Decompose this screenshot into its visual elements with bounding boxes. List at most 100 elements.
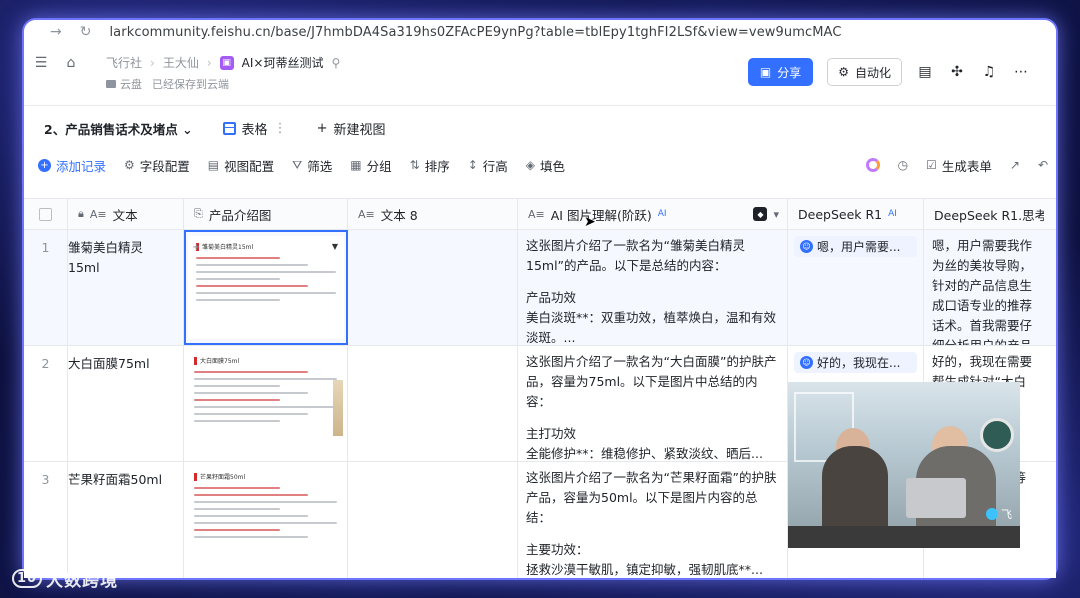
breadcrumb-item[interactable]: 飞行社 (106, 54, 142, 71)
cell-deepseek-think[interactable]: 嗯，用户需要我作为丝的美妆导购，针对的产品信息生成口语专业的推荐话术。首我需要仔… (924, 230, 1044, 345)
feishu-logo-icon (986, 508, 998, 520)
wall-clock (980, 418, 1014, 452)
cell-ai-image[interactable]: 这张图片介绍了一款名为“芒果籽面霜”的护肤产品，容量为50ml。以下是图片内容的… (518, 462, 788, 578)
plugin-icon[interactable]: ✣ (948, 64, 966, 80)
text-field-icon: A≡ (358, 207, 375, 221)
url-text[interactable]: larkcommunity.feishu.cn/base/J7hmbDA4Sa3… (109, 25, 841, 40)
view-bar: 2、产品销售话术及堵点 ⌄ 表格 ⋮ + 新建视图 (24, 106, 1056, 150)
location-label[interactable]: 云盘 (106, 76, 142, 92)
lock-icon: 🔒︎ (78, 207, 84, 220)
column-header-deepseek[interactable]: DeepSeek R1 AI (788, 199, 924, 229)
save-status: 已经保存到云端 (152, 78, 229, 91)
row-height-icon: ↕ (467, 158, 478, 172)
share-icon: ▣ (759, 65, 772, 79)
undo-button[interactable]: ↶ (1038, 158, 1048, 172)
text-field-icon: A≡ (528, 207, 545, 221)
doc-title[interactable]: AI×珂蒂丝测试 (242, 54, 324, 71)
url-bar: → ↻ larkcommunity.feishu.cn/base/J7hmbDA… (24, 20, 1056, 44)
row-number: 1 (24, 230, 68, 345)
column-header-text[interactable]: 🔒︎ A≡ 文本 (68, 199, 184, 229)
row-height-button[interactable]: ↕ 行高 (468, 156, 508, 175)
chevron-down-icon: ▾ (773, 207, 779, 221)
ai-smile-icon: ☺ (800, 240, 813, 253)
chevron-down-icon: ⌄ (182, 121, 193, 137)
tab-grid-view[interactable]: 表格 ⋮ (222, 119, 287, 138)
cell-product-image[interactable]: 芒果籽面霜50ml (184, 462, 348, 578)
ai-badge: AI (888, 209, 897, 219)
cell-text8[interactable] (348, 230, 518, 345)
filter-button[interactable]: ⛛ 筛选 (292, 156, 332, 175)
ai-badge: AI (657, 209, 667, 219)
cell-text8[interactable] (348, 346, 518, 461)
column-header-product-image[interactable]: ⎘ 产品介绍图 (184, 199, 348, 229)
generate-form-button[interactable]: ☑ 生成表单 (926, 156, 992, 175)
sort-icon: ⇅ (409, 158, 420, 172)
clock-icon: ◷ (897, 158, 909, 172)
robot-icon: ⚙ (838, 65, 849, 79)
product-image-thumbnail[interactable]: 大白面膜75ml (186, 350, 345, 457)
cell-name[interactable]: 雏菊美白精灵15ml (68, 230, 184, 345)
chevron-right-icon: › (150, 55, 155, 70)
folder-icon (106, 80, 116, 88)
plus-icon: + (316, 120, 328, 136)
cell-ai-image[interactable]: 这张图片介绍了一款名为“大白面膜”的护肤产品，容量为75ml。以下是图片中总结的… (518, 346, 788, 461)
forward-icon[interactable]: → (50, 24, 62, 40)
breadcrumb: 飞行社 › 王大仙 › ▣ AI×珂蒂丝测试 ⚲ 云盘 已经保存到云端 (106, 54, 340, 92)
history-button[interactable]: ◷ (898, 158, 908, 172)
table-selector[interactable]: 2、产品销售话术及堵点 ⌄ (44, 119, 193, 138)
fill-color-button[interactable]: ◈ 填色 (526, 156, 565, 175)
column-header-ai-image[interactable]: A≡ AI 图片理解(阶跃) AI ◆ ▾ (518, 199, 788, 229)
product-image-thumbnail[interactable]: 雏菊美白精灵15ml + ▼ (188, 236, 344, 339)
more-vertical-icon[interactable]: ⋮ (274, 121, 287, 136)
video-overlay: 飞 (788, 382, 1020, 548)
group-button[interactable]: ▦ 分组 (350, 156, 391, 175)
ai-assistant-icon[interactable] (865, 158, 880, 172)
cell-ai-image[interactable]: 这张图片介绍了一款名为“雏菊美白精灵15ml”的产品。以下是总结的内容： 产品功… (518, 230, 788, 345)
base-app-icon: ▣ (219, 55, 234, 70)
laptop (906, 478, 966, 518)
group-icon: ▦ (350, 158, 362, 172)
breadcrumb-item[interactable]: 王大仙 (163, 54, 199, 71)
cell-text8[interactable] (348, 462, 518, 578)
column-header-text8[interactable]: A≡ 文本 8 (348, 199, 518, 229)
cell-product-image[interactable]: 雏菊美白精灵15ml + ▼ (184, 230, 348, 345)
undo-icon: ↶ (1037, 158, 1048, 172)
caret-down-icon: ▼ (331, 242, 338, 251)
automation-button[interactable]: ⚙ 自动化 (827, 58, 902, 86)
cell-name[interactable]: 大白面膜75ml (68, 346, 184, 461)
view-config-icon: ▤ (207, 158, 220, 172)
share-button[interactable]: ▣ 分享 (747, 58, 814, 86)
product-photo (333, 380, 343, 436)
cell-name[interactable]: 芒果籽面霜50ml (68, 462, 184, 578)
table-row[interactable]: 1 雏菊美白精灵15ml 雏菊美白精灵15ml + ▼ 这张图片介绍了一款名为“… (24, 230, 1056, 346)
column-header-deepseek-think[interactable]: DeepSeek R1.思考 (924, 199, 1044, 229)
new-view-button[interactable]: + 新建视图 (317, 119, 386, 138)
chevron-right-icon: › (206, 55, 212, 70)
share-arrow-icon: ↗ (1009, 158, 1020, 172)
brand-logo: 10 (12, 569, 43, 588)
document-icon[interactable]: ▤ (916, 64, 934, 80)
share-link-button[interactable]: ↗ (1010, 158, 1020, 172)
add-record-button[interactable]: + 添加记录 (38, 156, 106, 175)
cell-product-image[interactable]: 大白面膜75ml (184, 346, 348, 461)
more-icon[interactable]: ⋯ (1012, 64, 1030, 80)
bell-icon[interactable]: ♫ (980, 64, 998, 80)
pin-icon[interactable]: ⚲ (331, 56, 340, 70)
stepfun-logo-icon: ◆ (753, 207, 768, 221)
home-icon[interactable]: ⌂ (62, 54, 80, 72)
paint-bucket-icon: ◈ (525, 158, 536, 172)
doc-header: ☰ ⌂ 飞行社 › 王大仙 › ▣ AI×珂蒂丝测试 ⚲ 云盘 已经保存到云端 (24, 44, 1056, 106)
attachment-icon: ⎘ (194, 207, 203, 220)
reload-icon[interactable]: ↻ (80, 24, 92, 40)
sort-button[interactable]: ⇅ 排序 (410, 156, 450, 175)
brand-text: 大数跨境 (46, 571, 119, 591)
view-config-button[interactable]: ▤ 视图配置 (208, 156, 274, 175)
sidebar-toggle-icon[interactable]: ☰ (32, 54, 50, 72)
cell-deepseek[interactable]: ☺ 嗯，用户需要... (788, 230, 924, 345)
row-number: 2 (24, 346, 68, 461)
form-icon: ☑ (926, 158, 937, 172)
product-image-thumbnail[interactable]: 芒果籽面霜50ml (186, 466, 345, 577)
select-all-checkbox[interactable] (24, 199, 68, 229)
field-config-button[interactable]: ⚙ 字段配置 (124, 156, 190, 175)
row-number: 3 (24, 462, 68, 578)
